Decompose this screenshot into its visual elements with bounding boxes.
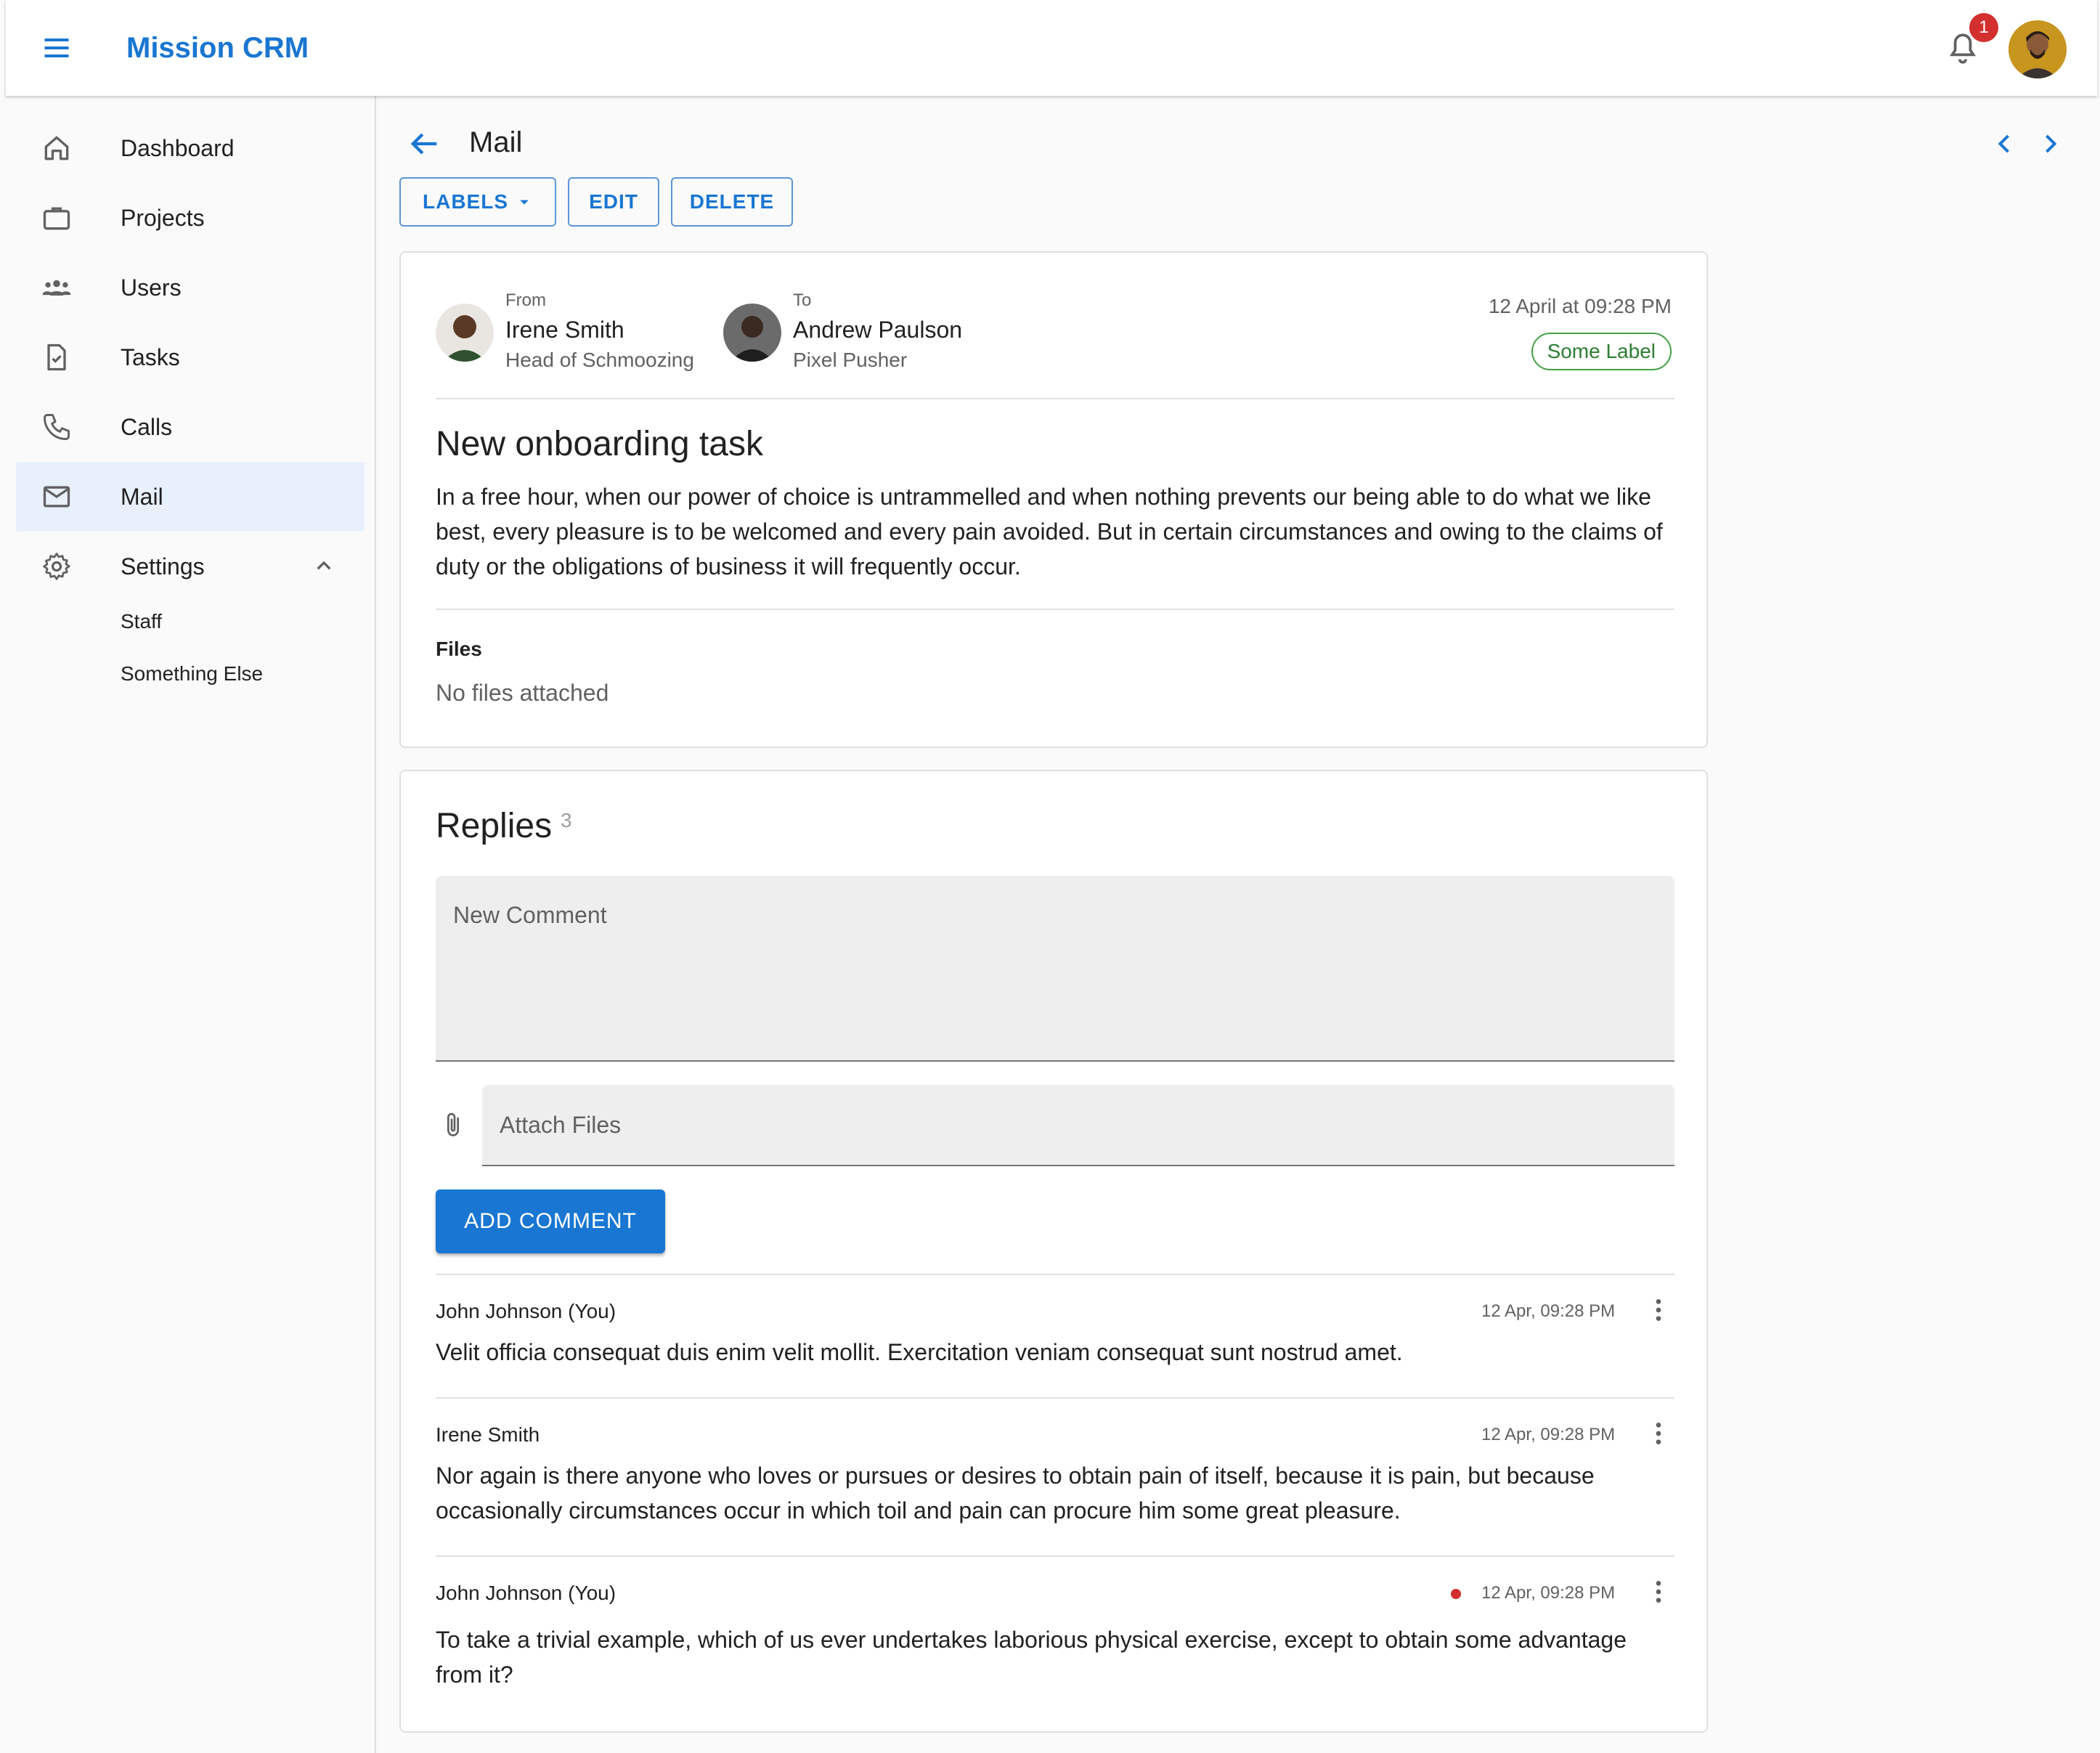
sidebar-item-label: Mail: [121, 484, 163, 510]
menu-icon[interactable]: [41, 32, 73, 64]
reply-item: John Johnson (You) 12 Apr, 09:28 PM To t…: [436, 1581, 1674, 1712]
mail-subject: New onboarding task: [436, 425, 763, 463]
divider: [436, 398, 1674, 399]
sender-name: Irene Smith: [505, 317, 624, 343]
sidebar-item-tasks[interactable]: Tasks: [16, 322, 365, 392]
files-empty-text: No files attached: [436, 680, 609, 706]
app-bar: Mission CRM 1: [6, 0, 2097, 96]
more-vert-icon[interactable]: [1644, 1296, 1673, 1325]
delete-button[interactable]: DELETE: [671, 177, 793, 227]
recipient-avatar: [723, 304, 781, 362]
sidebar-item-label: Settings: [121, 553, 205, 579]
paperclip-icon[interactable]: [439, 1110, 468, 1142]
sidebar-item-mail[interactable]: Mail: [16, 462, 365, 532]
reply-time: 12 Apr, 09:28 PM: [1481, 1425, 1616, 1444]
sidebar: Dashboard Projects Users Tasks Calls Mai…: [0, 96, 376, 1753]
sidebar-item-label: Calls: [121, 414, 173, 440]
gear-icon: [41, 550, 73, 582]
sidebar-item-users[interactable]: Users: [16, 253, 365, 322]
sidebar-item-dashboard[interactable]: Dashboard: [16, 113, 365, 183]
sender-role: Head of Schmoozing: [505, 349, 694, 371]
sidebar-item-label: Users: [121, 274, 182, 301]
sidebar-item-calls[interactable]: Calls: [16, 392, 365, 462]
divider: [436, 609, 1674, 610]
recipient-role: Pixel Pusher: [793, 349, 908, 371]
dropdown-caret-icon: [520, 200, 529, 205]
replies-card: Replies 3 New Comment Attach Files ADD C…: [399, 770, 1708, 1733]
mail-date: 12 April at 09:28 PM: [1488, 295, 1672, 317]
reply-time: 12 Apr, 09:28 PM: [1481, 1301, 1616, 1321]
divider: [436, 1397, 1674, 1399]
sidebar-subitem-staff[interactable]: Staff: [121, 607, 162, 636]
page-title: Mail: [469, 126, 523, 158]
task-icon: [41, 341, 73, 373]
sender-avatar: [436, 304, 494, 362]
add-comment-button[interactable]: ADD COMMENT: [436, 1189, 665, 1253]
sidebar-item-label: Projects: [121, 205, 205, 231]
labels-button-label: LABELS: [423, 190, 508, 213]
unread-dot: [1451, 1589, 1461, 1599]
chevron-up-icon[interactable]: [309, 552, 338, 581]
replies-heading: Replies: [436, 807, 553, 845]
sidebar-subitem-something-else[interactable]: Something Else: [121, 659, 263, 688]
attach-files-input[interactable]: Attach Files: [482, 1085, 1674, 1166]
mail-card: From Irene Smith Head of Schmoozing To A…: [399, 251, 1708, 748]
sidebar-item-label: Dashboard: [121, 135, 235, 161]
chevron-left-icon[interactable]: [1988, 128, 2020, 160]
reply-author: John Johnson (You): [436, 1582, 616, 1604]
reply-text: Nor again is there anyone who loves or p…: [436, 1463, 1595, 1524]
phone-icon: [41, 411, 73, 443]
mail-icon: [41, 481, 73, 513]
reply-item: Irene Smith 12 Apr, 09:28 PM Nor again i…: [436, 1423, 1674, 1547]
reply-author: John Johnson (You): [436, 1300, 616, 1322]
to-caption: To: [793, 290, 812, 310]
more-vert-icon[interactable]: [1644, 1419, 1673, 1448]
replies-count: 3: [561, 809, 572, 831]
new-comment-input[interactable]: New Comment: [436, 876, 1674, 1062]
back-arrow-icon[interactable]: [405, 125, 443, 163]
reply-item: John Johnson (You) 12 Apr, 09:28 PM Veli…: [436, 1299, 1674, 1387]
labels-button[interactable]: LABELS: [399, 177, 556, 227]
files-heading: Files: [436, 638, 482, 660]
home-icon: [41, 132, 73, 164]
reply-author: Irene Smith: [436, 1423, 540, 1446]
user-avatar[interactable]: [2009, 20, 2067, 78]
app-title[interactable]: Mission CRM: [126, 29, 309, 67]
mail-body: In a free hour, when our power of choice…: [436, 484, 1663, 579]
sidebar-item-settings[interactable]: Settings: [16, 532, 365, 601]
reply-time: 12 Apr, 09:28 PM: [1481, 1583, 1616, 1603]
sidebar-item-projects[interactable]: Projects: [16, 183, 365, 253]
users-icon: [41, 272, 73, 304]
briefcase-icon: [41, 202, 73, 234]
from-caption: From: [505, 290, 546, 310]
edit-button[interactable]: EDIT: [568, 177, 659, 227]
chevron-right-icon[interactable]: [2035, 128, 2067, 160]
recipient-name: Andrew Paulson: [793, 317, 963, 343]
more-vert-icon[interactable]: [1644, 1577, 1673, 1606]
sidebar-item-label: Tasks: [121, 344, 180, 370]
divider: [436, 1555, 1674, 1557]
notification-badge: 1: [1969, 13, 1998, 42]
divider: [436, 1274, 1674, 1275]
reply-text: To take a trivial example, which of us e…: [436, 1627, 1627, 1688]
reply-text: Velit officia consequat duis enim velit …: [436, 1339, 1403, 1365]
mail-label-chip[interactable]: Some Label: [1531, 333, 1672, 370]
